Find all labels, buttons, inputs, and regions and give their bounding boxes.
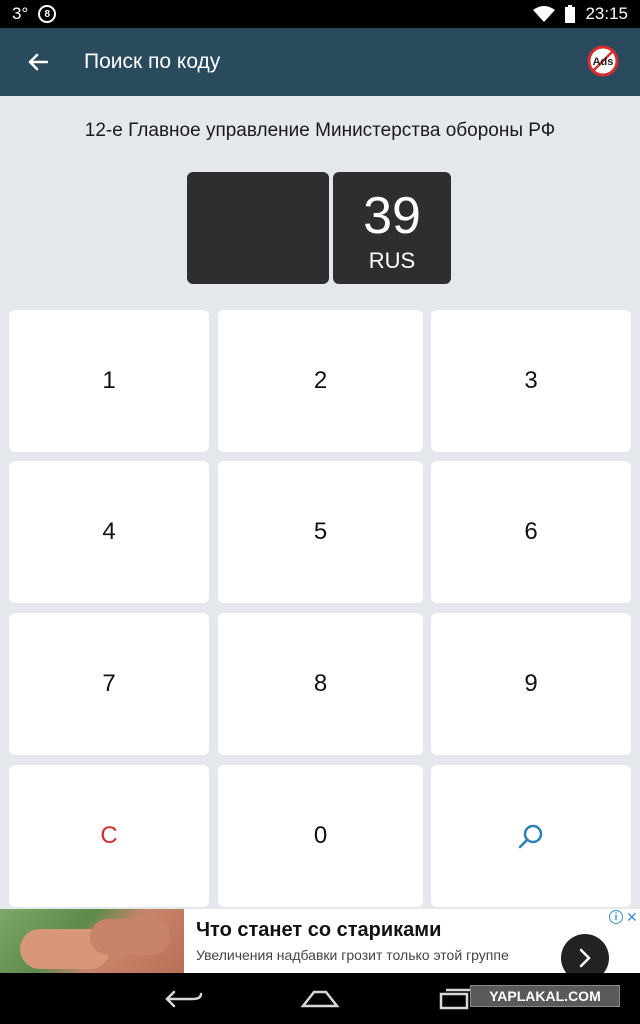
notification-icon: 8	[38, 5, 57, 23]
plate-region-display: 39 RUS	[333, 172, 451, 284]
clock-text: 23:15	[585, 4, 628, 23]
status-left: 3° 8	[12, 4, 57, 24]
clear-button[interactable]: C	[9, 765, 209, 907]
plate-code-display	[187, 172, 329, 284]
ads-label: Ads	[593, 56, 614, 68]
ad-image-hand	[90, 919, 170, 955]
ad-title[interactable]: Что станет со стариками	[196, 919, 441, 942]
key-2[interactable]: 2	[218, 310, 423, 452]
region-code: 39	[363, 187, 421, 245]
ad-image	[0, 909, 184, 973]
status-bar: 3° 8 23:15	[0, 0, 640, 28]
page-title: Поиск по коду	[84, 50, 221, 73]
home-icon	[300, 990, 340, 1008]
temperature-text: 3°	[12, 4, 29, 23]
battery-icon	[565, 5, 576, 23]
search-button[interactable]	[431, 765, 631, 907]
status-right: 23:15	[533, 4, 628, 24]
key-0[interactable]: 0	[218, 765, 423, 907]
nav-home-button[interactable]	[290, 983, 350, 1015]
search-icon	[518, 824, 543, 849]
watermark: YAPLAKAL.COM	[470, 985, 620, 1007]
key-4[interactable]: 4	[9, 461, 209, 603]
app-bar: Поиск по коду Ads	[0, 28, 640, 96]
chevron-right-icon	[579, 948, 591, 968]
ad-close-icon[interactable]: ✕	[626, 909, 638, 926]
key-3[interactable]: 3	[431, 310, 631, 452]
wifi-icon	[533, 6, 556, 22]
nav-back-icon	[165, 990, 203, 1008]
back-button[interactable]	[6, 28, 70, 96]
recent-apps-icon	[439, 988, 474, 1010]
organization-name: 12-е Главное управление Министерства обо…	[84, 120, 556, 141]
ad-info-icon[interactable]: i	[609, 910, 623, 924]
key-7[interactable]: 7	[9, 613, 209, 755]
ad-description: Увеличения надбавки грозит только этой г…	[196, 947, 509, 963]
no-ads-icon[interactable]: Ads	[586, 44, 620, 78]
key-1[interactable]: 1	[9, 310, 209, 452]
arrow-left-icon	[28, 53, 48, 71]
ad-banner[interactable]: Что станет со стариками Увеличения надба…	[0, 909, 640, 973]
region-country: RUS	[368, 248, 416, 273]
key-9[interactable]: 9	[431, 613, 631, 755]
nav-back-button[interactable]	[154, 983, 214, 1015]
key-8[interactable]: 8	[218, 613, 423, 755]
key-6[interactable]: 6	[431, 461, 631, 603]
key-5[interactable]: 5	[218, 461, 423, 603]
